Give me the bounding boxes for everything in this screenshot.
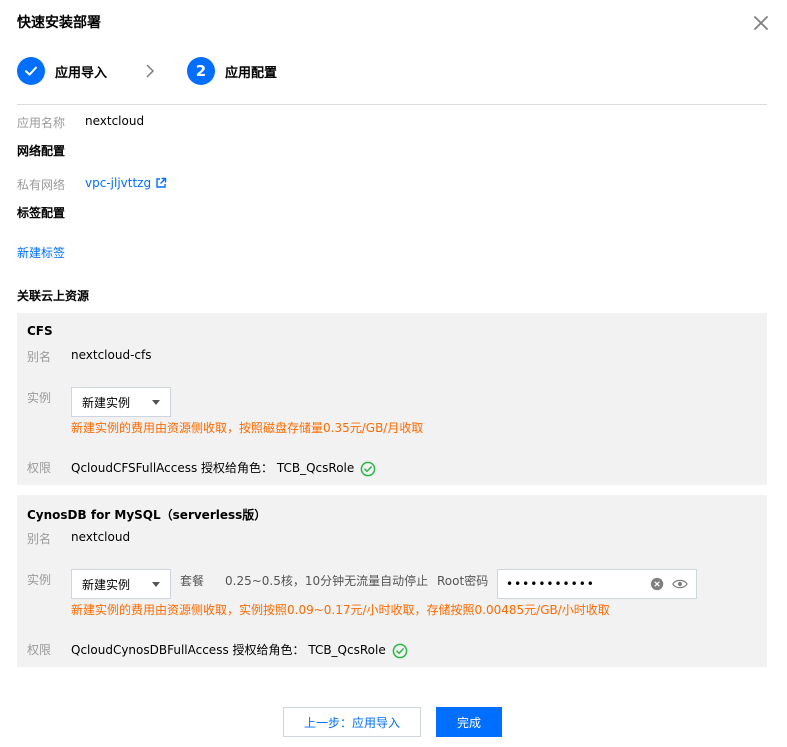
- cynosdb-panel: CynosDB for MySQL（serverless版） 别名 nextcl…: [17, 495, 767, 667]
- check-circle-icon: [392, 643, 408, 658]
- root-password-input[interactable]: [506, 577, 642, 591]
- package-label: 套餐: [180, 574, 205, 588]
- cynosdb-instance-select-value: 新建实例: [82, 577, 131, 592]
- cynosdb-permission: QcloudCynosDBFullAccess 授权给角色： TCB_QcsRo…: [71, 641, 408, 659]
- close-icon[interactable]: [750, 12, 772, 34]
- eye-icon[interactable]: [672, 577, 688, 591]
- cfs-alias-label: 别名: [27, 350, 52, 364]
- cfs-permission: QcloudCFSFullAccess 授权给角色： TCB_QcsRole: [71, 459, 376, 477]
- external-link-icon: [156, 177, 167, 188]
- cfs-title: CFS: [27, 324, 53, 338]
- check-circle-icon: [360, 461, 376, 476]
- app-name-label: 应用名称: [17, 116, 66, 130]
- dialog-title: 快速安装部署: [17, 15, 101, 31]
- root-password-field[interactable]: [497, 569, 697, 599]
- step-number: 2: [187, 57, 215, 85]
- check-icon: [17, 57, 45, 85]
- step-app-config: 2 应用配置: [187, 57, 277, 85]
- cfs-instance-select-value: 新建实例: [82, 395, 131, 410]
- cfs-permission-value: QcloudCFSFullAccess 授权给角色： TCB_QcsRole: [71, 461, 355, 475]
- clear-icon[interactable]: [650, 576, 664, 592]
- vpc-value: vpc-jljvttzg: [85, 176, 152, 190]
- cynosdb-alias-label: 别名: [27, 532, 52, 546]
- cfs-instance-label: 实例: [27, 391, 52, 405]
- cynosdb-permission-label: 权限: [27, 643, 52, 657]
- cfs-alias-value: nextcloud-cfs: [71, 348, 152, 362]
- cynosdb-title: CynosDB for MySQL（serverless版）: [27, 508, 267, 522]
- step-label: 应用导入: [55, 65, 108, 81]
- caret-down-icon: [152, 581, 160, 587]
- cfs-panel: CFS 别名 nextcloud-cfs 实例 新建实例 新建实例的费用由资源侧…: [17, 313, 767, 485]
- divider: [17, 104, 767, 105]
- caret-down-icon: [152, 399, 160, 405]
- network-section-title: 网络配置: [17, 144, 66, 158]
- vpc-link[interactable]: vpc-jljvttzg: [85, 176, 167, 190]
- cfs-permission-label: 权限: [27, 461, 52, 475]
- resources-section-title: 关联云上资源: [17, 289, 90, 303]
- finish-button[interactable]: 完成: [436, 707, 502, 737]
- cfs-instance-select[interactable]: 新建实例: [71, 387, 171, 417]
- step-app-import: 应用导入: [17, 57, 107, 85]
- cfs-instance-note: 新建实例的费用由资源侧收取，按照磁盘存储量0.35元/GB/月收取: [71, 421, 424, 435]
- package-value: 0.25~0.5核，10分钟无流量自动停止: [225, 574, 429, 588]
- vpc-label: 私有网络: [17, 178, 66, 192]
- cynosdb-permission-value: QcloudCynosDBFullAccess 授权给角色： TCB_QcsRo…: [71, 643, 386, 657]
- cynosdb-alias-value: nextcloud: [71, 530, 131, 544]
- cynosdb-instance-note: 新建实例的费用由资源侧收取，实例按照0.09~0.17元/小时收取，存储按照0.…: [71, 603, 610, 617]
- root-password-label: Root密码: [437, 574, 489, 588]
- cynosdb-instance-label: 实例: [27, 573, 52, 587]
- step-label: 应用配置: [225, 65, 278, 81]
- chevron-right-icon: [146, 64, 155, 78]
- add-tag-link[interactable]: 新建标签: [17, 244, 65, 261]
- app-name-value: nextcloud: [85, 114, 145, 128]
- stepper: 应用导入 2 应用配置: [17, 57, 777, 87]
- prev-step-button[interactable]: 上一步：应用导入: [283, 707, 421, 737]
- cynosdb-instance-select[interactable]: 新建实例: [71, 569, 171, 599]
- tags-section-title: 标签配置: [17, 206, 66, 220]
